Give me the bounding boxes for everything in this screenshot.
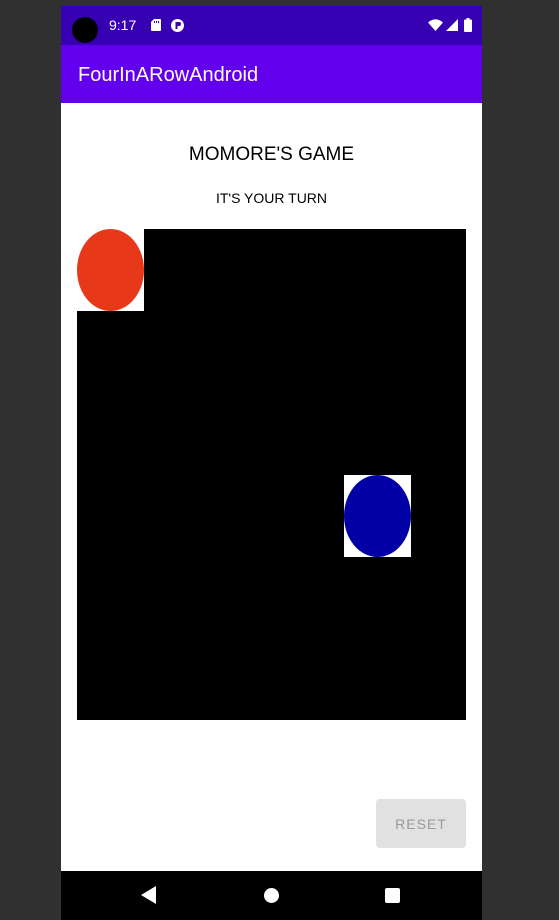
status-time: 9:17 bbox=[109, 17, 137, 33]
app-title: FourInARowAndroid bbox=[78, 64, 259, 86]
wifi-icon bbox=[428, 19, 443, 31]
status-bar: 9:17 bbox=[61, 6, 482, 45]
board-cell-blue[interactable] bbox=[344, 475, 411, 557]
navigation-bar bbox=[61, 871, 482, 920]
sd-card-icon bbox=[151, 19, 161, 31]
notification-icon bbox=[171, 19, 184, 32]
back-icon[interactable] bbox=[141, 886, 157, 904]
turn-status: IT'S YOUR TURN bbox=[215, 190, 328, 206]
battery-icon bbox=[464, 18, 472, 32]
phone-screen: 9:17 FourInARowAndroid MOMORE'S GAME IT'… bbox=[61, 6, 482, 920]
game-title: MOMORE'S GAME bbox=[188, 144, 355, 165]
reset-button[interactable]: RESET bbox=[376, 799, 466, 848]
game-board[interactable] bbox=[77, 229, 466, 720]
home-icon[interactable] bbox=[264, 888, 279, 903]
camera-cutout bbox=[72, 17, 98, 43]
board-cell-red[interactable] bbox=[77, 229, 144, 311]
blue-piece bbox=[344, 475, 411, 557]
red-piece bbox=[77, 229, 144, 311]
recents-icon[interactable] bbox=[385, 888, 400, 903]
app-bar: FourInARowAndroid bbox=[61, 45, 482, 103]
signal-icon bbox=[446, 19, 458, 31]
